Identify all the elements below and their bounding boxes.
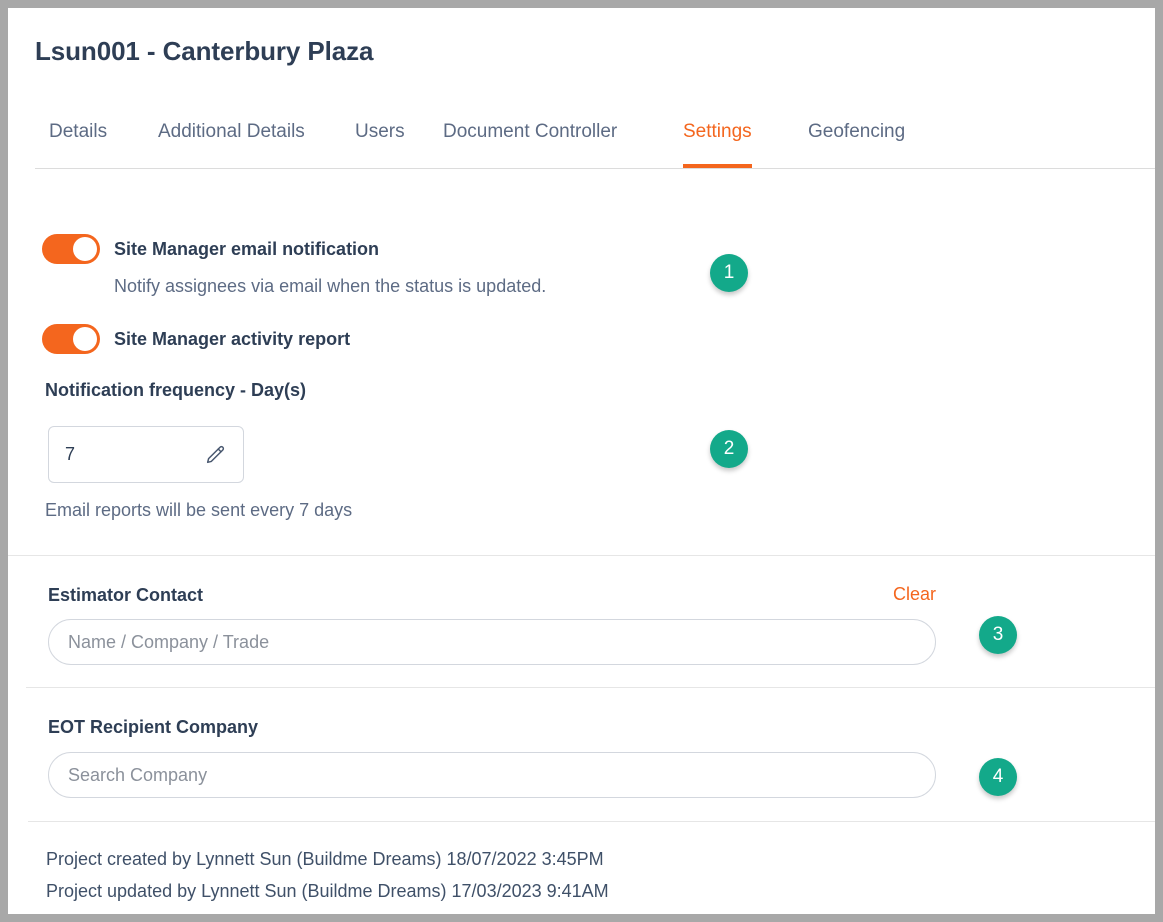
notification-frequency-label: Notification frequency - Day(s) [45,380,307,400]
eot-recipient-company-input[interactable]: Search Company [48,752,936,798]
section-divider [8,555,1155,556]
estimator-contact-label: Estimator Contact [48,585,204,605]
project-updated-text: Project updated by Lynnett Sun (Buildme … [46,881,609,901]
site-manager-email-notification-description: Notify assignees via email when the stat… [114,276,547,296]
eot-recipient-company-placeholder: Search Company [68,764,208,785]
pencil-edit-icon[interactable] [204,444,226,466]
toggle-knob-icon [73,237,97,261]
project-created-text: Project created by Lynnett Sun (Buildme … [46,849,604,869]
section-divider [26,687,1155,688]
estimator-contact-clear-button[interactable]: Clear [893,584,936,605]
notification-frequency-input[interactable]: 7 [48,426,244,483]
page-title: Lsun001 - Canterbury Plaza [35,36,374,66]
site-manager-email-notification-row: Site Manager email notification [42,234,379,264]
site-manager-email-notification-toggle[interactable] [42,234,100,264]
annotation-badge-2: 2 [710,430,748,468]
site-manager-activity-report-label: Site Manager activity report [114,328,351,349]
notification-frequency-value: 7 [65,444,76,464]
estimator-contact-placeholder: Name / Company / Trade [68,631,270,652]
notification-frequency-help-text: Email reports will be sent every 7 days [45,500,353,520]
project-settings-panel: Lsun001 - Canterbury Plaza Details Addit… [8,8,1155,914]
tab-users[interactable]: Users [355,121,405,168]
app-window-frame: Lsun001 - Canterbury Plaza Details Addit… [0,0,1163,922]
tab-bar: Details Additional Details Users Documen… [8,121,1155,169]
site-manager-activity-report-toggle[interactable] [42,324,100,354]
site-manager-email-notification-label: Site Manager email notification [114,238,380,259]
tab-details[interactable]: Details [49,121,107,168]
tab-additional-details[interactable]: Additional Details [158,121,305,168]
section-divider [28,821,1155,822]
toggle-knob-icon [73,327,97,351]
site-manager-activity-report-row: Site Manager activity report [42,324,350,354]
annotation-badge-3: 3 [979,616,1017,654]
tab-geofencing[interactable]: Geofencing [808,121,905,168]
tab-settings[interactable]: Settings [683,121,752,168]
tab-bar-divider [35,168,1155,169]
tab-document-controller[interactable]: Document Controller [443,121,617,168]
estimator-contact-input[interactable]: Name / Company / Trade [48,619,936,665]
eot-recipient-company-label: EOT Recipient Company [48,717,259,737]
annotation-badge-1: 1 [710,254,748,292]
annotation-badge-4: 4 [979,758,1017,796]
